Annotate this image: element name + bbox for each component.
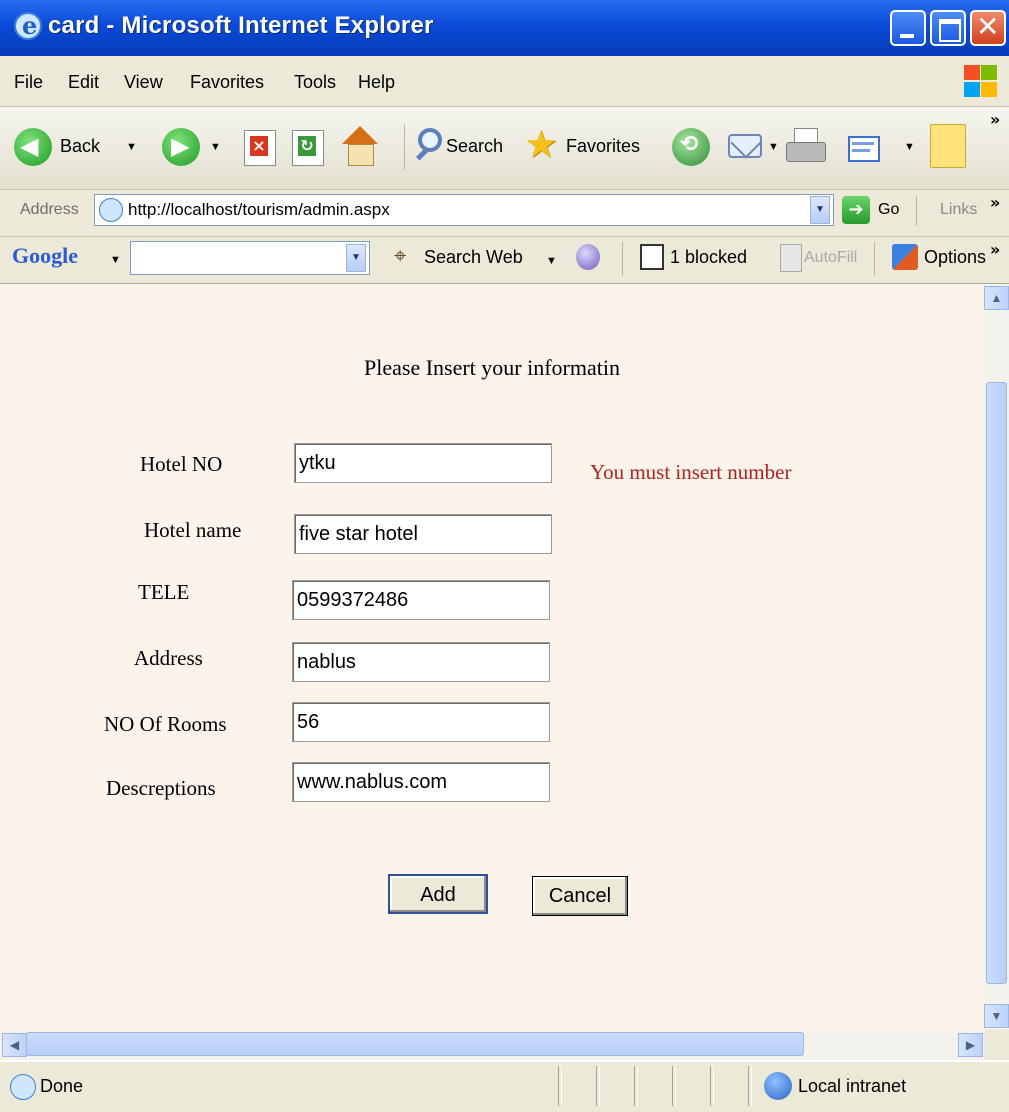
back-button-label[interactable]: Back (60, 136, 100, 157)
descriptions-label: Descreptions (106, 776, 216, 800)
links-chevron[interactable]: » (990, 193, 1000, 212)
search-button-label[interactable]: Search (446, 136, 503, 157)
go-button-label[interactable]: Go (878, 201, 899, 219)
google-logo[interactable]: Google (12, 243, 78, 269)
notes-icon[interactable] (930, 124, 966, 168)
address-field-input[interactable]: nablus (292, 642, 550, 682)
print-icon[interactable] (784, 126, 828, 168)
menu-edit[interactable]: Edit (68, 72, 99, 93)
status-divider (558, 1066, 562, 1106)
refresh-icon[interactable]: ↻ (292, 130, 324, 166)
menu-favorites[interactable]: Favorites (190, 72, 264, 93)
google-search-input[interactable] (130, 241, 370, 275)
status-divider (634, 1066, 638, 1106)
edit-dropdown-icon[interactable]: ▼ (904, 141, 915, 153)
maximize-button[interactable] (930, 10, 966, 46)
scroll-down-arrow-icon[interactable]: ▼ (984, 1004, 1009, 1028)
menu-view[interactable]: View (124, 72, 163, 93)
hotel-no-label: Hotel NO (140, 452, 223, 476)
search-web-dropdown-icon[interactable]: ▼ (546, 255, 557, 267)
horizontal-scroll-thumb[interactable] (26, 1032, 804, 1056)
minimize-button[interactable] (890, 10, 926, 46)
forward-dropdown-icon[interactable]: ▼ (210, 141, 221, 153)
google-separator (874, 242, 875, 276)
hotel-no-input[interactable]: ytku (294, 443, 552, 483)
options-icon[interactable] (892, 244, 918, 270)
windows-logo-icon (962, 63, 998, 99)
autofill-icon (780, 244, 802, 272)
descriptions-input[interactable]: www.nablus.com (292, 762, 550, 802)
rooms-input[interactable]: 56 (292, 702, 550, 742)
binoculars-icon[interactable]: ⌖ (394, 244, 406, 269)
scroll-right-arrow-icon[interactable]: ▶ (958, 1033, 983, 1057)
close-button[interactable]: ✕ (970, 10, 1006, 46)
tele-input[interactable]: 0599372486 (292, 580, 550, 620)
address-separator (916, 196, 917, 226)
search-web-button-label[interactable]: Search Web (424, 247, 523, 268)
google-menu-dropdown-icon[interactable]: ▼ (110, 254, 121, 266)
rooms-label: NO Of Rooms (104, 712, 227, 736)
tele-label: TELE (138, 580, 190, 604)
edit-icon[interactable] (846, 128, 884, 166)
back-dropdown-icon[interactable]: ▼ (126, 141, 137, 153)
scrollbar-corner (984, 1030, 1009, 1060)
favorites-star-icon[interactable]: ★ (524, 122, 558, 166)
cancel-button[interactable]: Cancel (532, 876, 628, 916)
menu-help[interactable]: Help (358, 72, 395, 93)
toolbar-separator (404, 124, 405, 170)
address-label: Address (20, 201, 79, 218)
mail-dropdown-icon[interactable]: ▼ (768, 141, 779, 153)
popup-blocker-icon[interactable] (640, 244, 664, 270)
google-separator (622, 242, 623, 276)
internet-explorer-icon (14, 11, 42, 40)
google-search-dropdown-icon[interactable]: ▼ (346, 244, 366, 272)
status-text: Done (40, 1076, 84, 1096)
status-divider (748, 1066, 752, 1106)
history-icon[interactable]: ⟲ (672, 128, 710, 166)
toolbar-overflow-chevron[interactable]: » (990, 110, 1000, 129)
forward-arrow-icon[interactable]: ▶ (162, 128, 200, 166)
window-title: card - Microsoft Internet Explorer (48, 12, 434, 39)
security-zone-label: Local intranet (798, 1076, 907, 1096)
google-toolbar-chevron[interactable]: » (990, 240, 1000, 259)
popups-blocked-label[interactable]: 1 blocked (670, 247, 747, 268)
add-button[interactable]: Add (388, 874, 488, 914)
scroll-left-arrow-icon[interactable]: ◀ (2, 1033, 27, 1057)
menu-tools[interactable]: Tools (294, 72, 336, 93)
page-done-icon (10, 1074, 36, 1100)
validation-error-message: You must insert number (590, 460, 792, 484)
address-url[interactable]: http://localhost/tourism/admin.aspx (128, 200, 390, 220)
mail-icon[interactable] (726, 127, 766, 166)
scroll-up-arrow-icon[interactable]: ▲ (984, 286, 1009, 310)
links-label[interactable]: Links (940, 201, 977, 219)
globe-icon (764, 1072, 792, 1100)
page-icon (99, 198, 123, 222)
form-heading: Please Insert your informatin (364, 355, 620, 380)
title-bar: card - Microsoft Internet Explorer ✕ (0, 0, 1009, 56)
favorites-button-label[interactable]: Favorites (566, 136, 640, 157)
address-field-label: Address (134, 646, 203, 670)
status-divider (672, 1066, 676, 1106)
stop-icon[interactable]: × (244, 130, 276, 166)
hotel-name-input[interactable]: five star hotel (294, 514, 552, 554)
options-button-label[interactable]: Options (924, 247, 986, 268)
menu-file[interactable]: File (14, 72, 43, 93)
status-divider (710, 1066, 714, 1106)
autofill-label: AutoFill (804, 249, 858, 266)
news-icon[interactable] (576, 244, 600, 270)
go-arrow-icon[interactable]: ➔ (842, 196, 870, 224)
status-divider (596, 1066, 600, 1106)
vertical-scroll-thumb[interactable] (986, 382, 1007, 984)
hotel-name-label: Hotel name (144, 518, 242, 542)
address-dropdown-icon[interactable]: ▼ (810, 196, 830, 224)
home-icon[interactable] (338, 126, 382, 168)
back-arrow-icon[interactable]: ◀ (14, 128, 52, 166)
